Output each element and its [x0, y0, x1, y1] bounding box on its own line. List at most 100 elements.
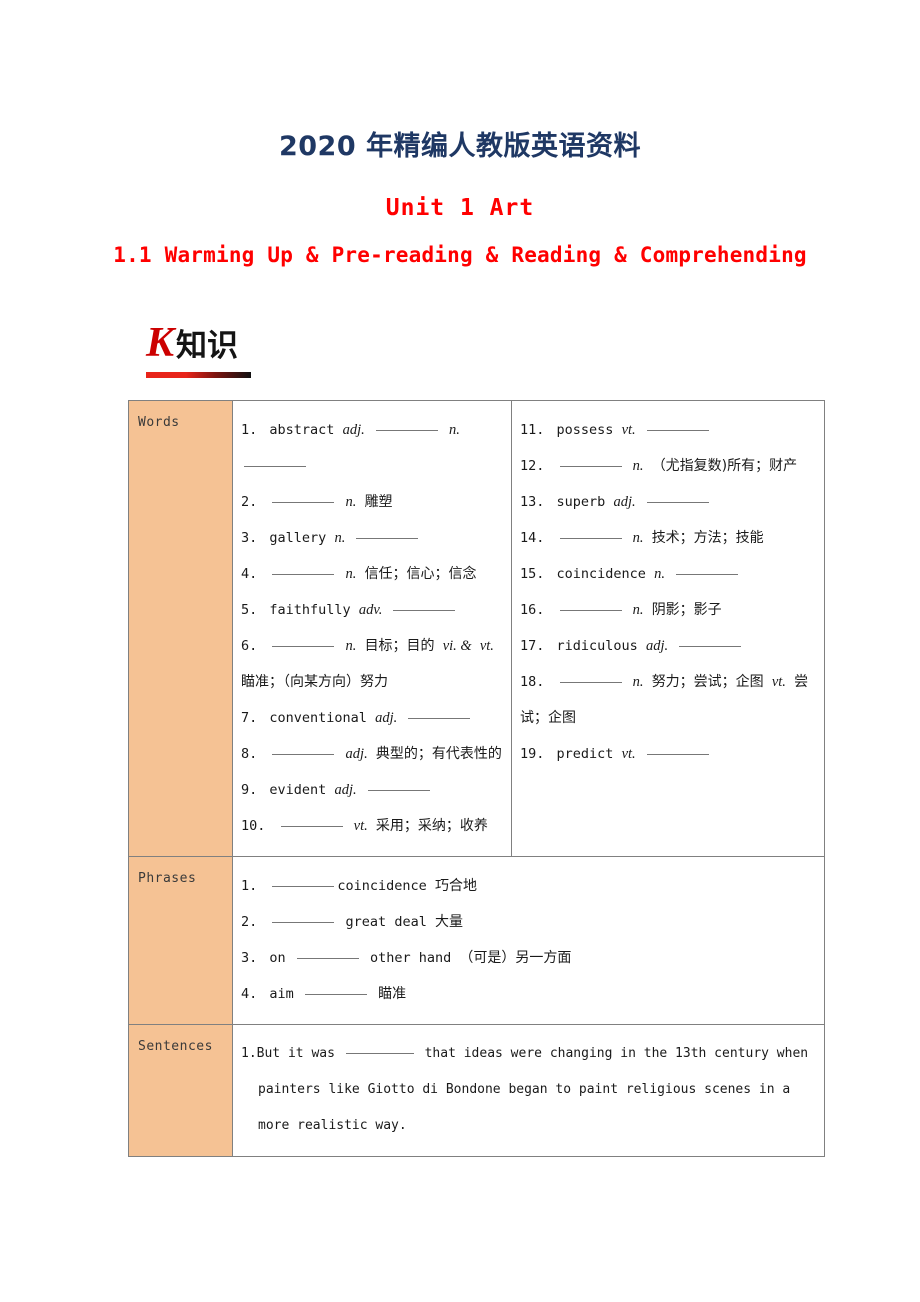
item-number: 15. [520, 566, 545, 582]
item-number: 4. [241, 566, 258, 582]
item-meaning-2: 瞄准；（向某方向）努力 [241, 674, 388, 690]
list-item: 19. predict vt. [520, 736, 820, 772]
item-number: 4. [241, 986, 258, 1002]
list-item: 18. n. 努力；尝试；企图 vt. 尝试；企图 [520, 664, 820, 736]
item-number: 3. [241, 530, 258, 546]
item-word: coincidence [556, 566, 646, 582]
list-item: 6. n. 目标；目的 vi. & vt. 瞄准；（向某方向）努力 [241, 628, 507, 700]
document-page: 2020 年精编人教版英语资料 Unit 1 Art 1.1 Warming U… [0, 0, 920, 1302]
answer-blank[interactable] [559, 465, 622, 467]
item-number: 9. [241, 782, 258, 798]
logo-letter-k: K [146, 320, 175, 366]
answer-blank[interactable] [272, 645, 335, 647]
list-item: 1. coincidence 巧合地 [241, 868, 820, 904]
item-meaning: 雕塑 [364, 494, 393, 510]
item-number: 14. [520, 530, 545, 546]
table-row-sentences: Sentences 1.But it was that ideas were c… [128, 1024, 825, 1157]
item-number: 12. [520, 458, 545, 474]
answer-blank[interactable] [244, 465, 306, 467]
row-header-phrases: Phrases [128, 856, 233, 1025]
list-item: 13. superb adj. [520, 484, 820, 520]
item-word: gallery [269, 530, 327, 546]
item-word: superb [556, 494, 606, 510]
item-number: 11. [520, 422, 545, 438]
item-number: 13. [520, 494, 545, 510]
answer-blank[interactable] [646, 501, 709, 503]
item-pos: n. [632, 602, 644, 618]
item-meaning: 阴影；影子 [651, 602, 722, 618]
row-header-words: Words [128, 400, 233, 857]
item-pos-2: n. [449, 422, 460, 438]
answer-blank[interactable] [272, 501, 335, 503]
answer-blank[interactable] [367, 789, 430, 791]
list-item: 10. vt. 采用；采纳；收养 [241, 808, 507, 844]
answer-blank[interactable] [646, 753, 709, 755]
answer-blank[interactable] [272, 573, 335, 575]
list-item: 3. on other hand （可是）另一方面 [241, 940, 820, 976]
item-meaning: 采用；采纳；收养 [375, 818, 488, 834]
item-number: 5. [241, 602, 258, 618]
item-number: 6. [241, 638, 258, 654]
item-number: 2. [241, 494, 258, 510]
item-pos: n. [632, 674, 644, 690]
item-word-pre: aim [269, 986, 294, 1002]
item-number: 7. [241, 710, 258, 726]
sentences-column: 1.But it was that ideas were changing in… [232, 1024, 825, 1157]
sentence-part-1: But it was [256, 1046, 335, 1061]
answer-blank[interactable] [679, 645, 742, 647]
answer-blank[interactable] [356, 537, 419, 539]
item-pos: n. [345, 494, 357, 510]
logo-label-cn: 知识 [176, 328, 239, 364]
item-pos: vt. [621, 746, 636, 762]
page-title: 2020 年精编人教版英语资料 [278, 131, 642, 162]
list-item: 16. n. 阴影；影子 [520, 592, 820, 628]
item-meaning: 信任；信心；信念 [364, 566, 477, 582]
item-word: possess [556, 422, 614, 438]
answer-blank[interactable] [296, 957, 359, 959]
answer-blank[interactable] [408, 717, 471, 719]
item-meaning: （可是）另一方面 [459, 950, 572, 966]
unit-title: Unit 1 Art [385, 195, 535, 221]
row-header-sentences: Sentences [128, 1024, 233, 1157]
item-number: 16. [520, 602, 545, 618]
item-word: faithfully [269, 602, 351, 618]
answer-blank[interactable] [272, 885, 335, 887]
answer-blank[interactable] [646, 429, 709, 431]
list-item: 1. abstract adj. n. [241, 412, 507, 484]
item-number: 8. [241, 746, 258, 762]
answer-blank[interactable] [393, 609, 456, 611]
item-meaning: 目标；目的 [364, 638, 435, 654]
answer-blank[interactable] [676, 573, 739, 575]
item-number: 1. [241, 422, 258, 438]
item-pos: adj. [645, 638, 669, 654]
item-meaning: （尤指复数)所有；财产 [651, 458, 798, 474]
table-row-words: Words 1. abstract adj. n. 2. n. 雕塑 3. ga… [128, 400, 825, 857]
item-pos-3: vi. & [442, 638, 472, 654]
item-number: 2. [241, 914, 258, 930]
item-meaning: 典型的；有代表性的 [375, 746, 502, 762]
item-pos-4: vt. [479, 638, 494, 654]
answer-blank[interactable] [304, 993, 367, 995]
item-number: 1. [241, 878, 258, 894]
item-pos: vt. [621, 422, 636, 438]
answer-blank[interactable] [559, 537, 622, 539]
answer-blank[interactable] [559, 681, 622, 683]
answer-blank[interactable] [375, 429, 438, 431]
answer-blank[interactable] [280, 825, 343, 827]
logo-underline-rule [146, 372, 251, 378]
item-pos-4: vt. [771, 674, 786, 690]
item-pos: adj. [345, 746, 368, 762]
answer-blank[interactable] [559, 609, 622, 611]
answer-blank[interactable] [272, 921, 335, 923]
answer-blank[interactable] [345, 1052, 414, 1054]
item-meaning: 巧合地 [434, 878, 477, 894]
item-pos: n. [345, 638, 357, 654]
list-item: 7. conventional adj. [241, 700, 507, 736]
item-number: 3. [241, 950, 258, 966]
answer-blank[interactable] [272, 753, 335, 755]
item-word: evident [269, 782, 327, 798]
list-item: 2. n. 雕塑 [241, 484, 507, 520]
list-item: 15. coincidence n. [520, 556, 820, 592]
item-number: 18. [520, 674, 545, 690]
list-item: 1.But it was that ideas were changing in… [241, 1036, 820, 1144]
